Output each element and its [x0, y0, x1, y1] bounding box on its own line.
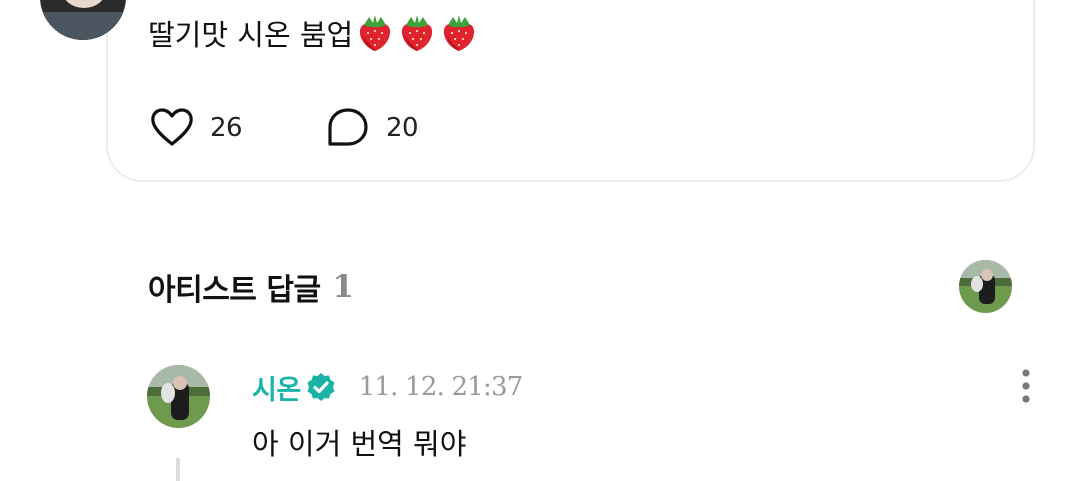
strawberry-icon [444, 15, 475, 51]
thread-line [176, 458, 180, 481]
strawberry-emoji-group [353, 13, 479, 53]
post-text: 딸기맛 시온 붐업 [148, 10, 479, 56]
strawberry-icon [360, 15, 391, 51]
reply-meta: 시온 11. 12. 21:37 [252, 366, 524, 408]
heart-outline-icon [148, 104, 196, 152]
comment-button[interactable]: 20 [324, 104, 419, 152]
artist-avatar[interactable] [959, 260, 1012, 313]
comment-count: 20 [386, 113, 419, 143]
verified-check-icon [305, 371, 337, 403]
post-text-content: 딸기맛 시온 붐업 [148, 18, 354, 52]
artist-replies-header: 아티스트 답글 1 [148, 262, 354, 312]
reply-text: 아 이거 번역 뭐야 [252, 427, 467, 461]
reply-author-avatar-image [147, 365, 210, 428]
like-button[interactable]: 26 [148, 104, 243, 152]
artist-replies-count: 1 [332, 269, 355, 305]
reply-author-name[interactable]: 시온 [252, 368, 301, 407]
like-count: 26 [210, 113, 243, 143]
more-options-button[interactable] [1008, 368, 1044, 404]
strawberry-icon [402, 15, 433, 51]
artist-replies-title: 아티스트 답글 [148, 273, 321, 308]
speech-bubble-icon [324, 104, 372, 152]
reply-author-avatar[interactable] [147, 365, 210, 428]
post-detail-page: 딸기맛 시온 붐업 26 20 아티스트 답글 1 시온 11. 12. 21:… [0, 0, 1080, 481]
reply-date: 11. 12. 21:37 [358, 372, 524, 402]
more-vertical-icon [1022, 369, 1030, 403]
artist-avatar-image [959, 260, 1012, 313]
